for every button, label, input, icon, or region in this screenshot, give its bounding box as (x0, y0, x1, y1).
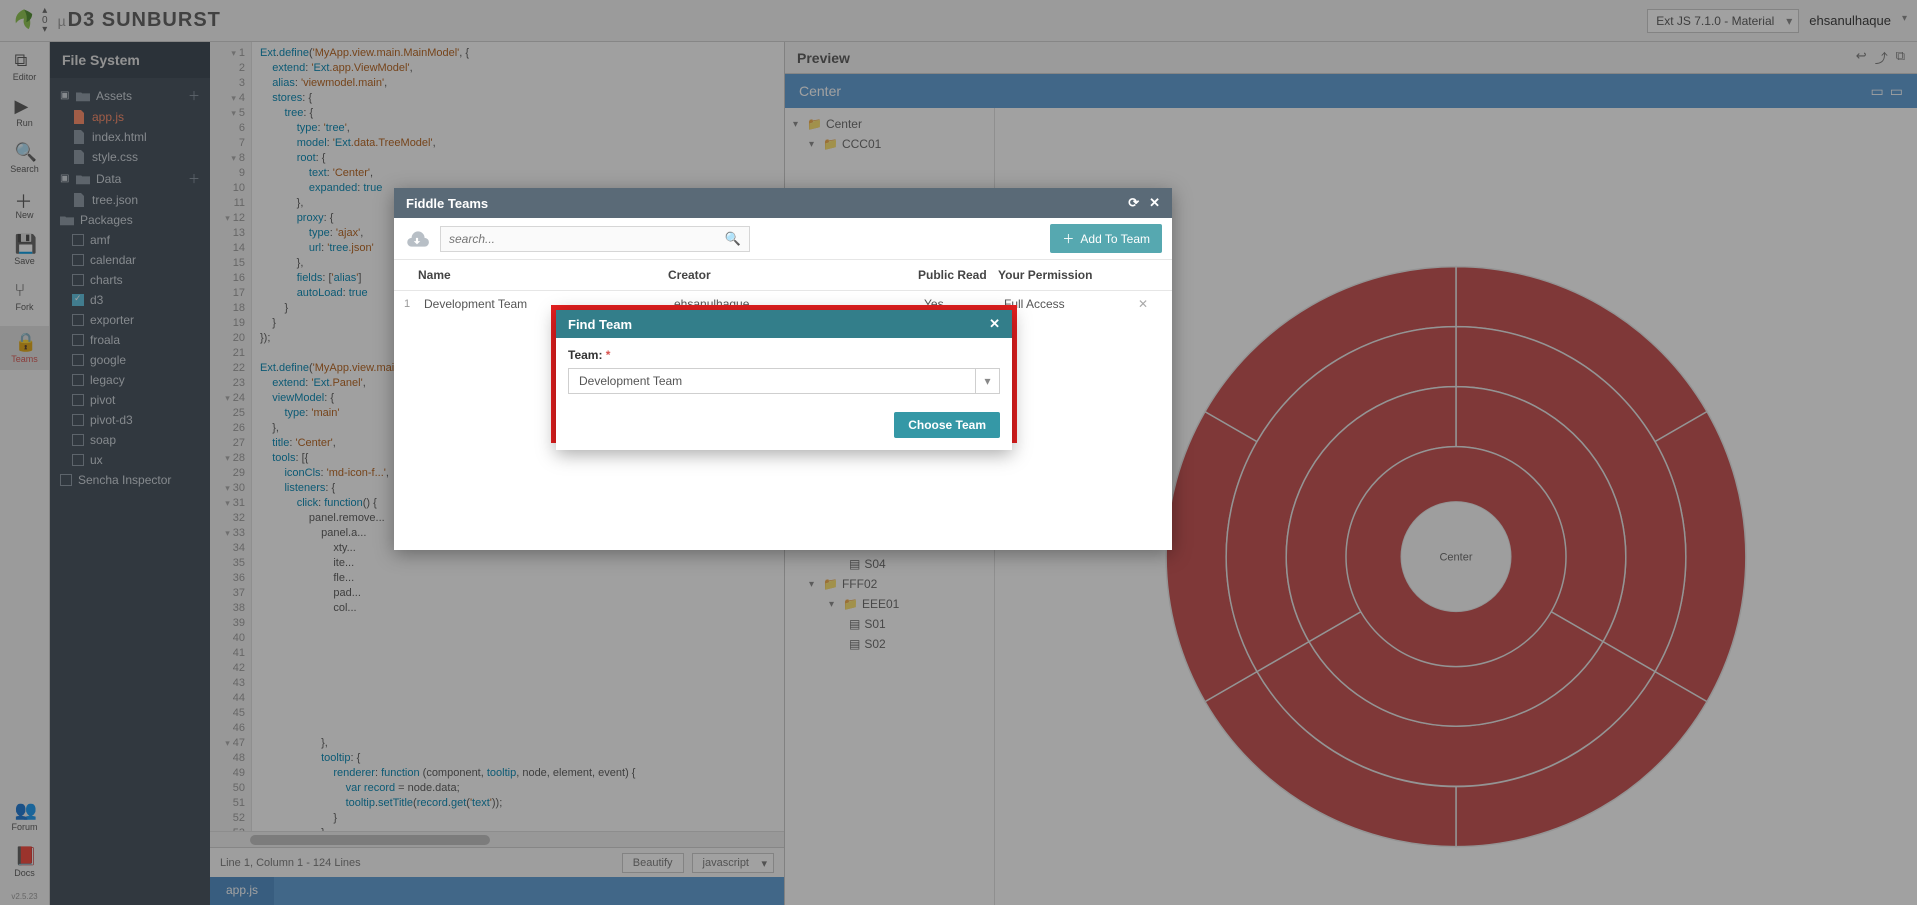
teams-search[interactable]: 🔍 (440, 226, 750, 252)
cloud-download-icon[interactable] (404, 229, 430, 249)
team-field-label: Team: * (568, 348, 1000, 362)
close-icon[interactable]: ✕ (989, 316, 1000, 332)
find-team-header[interactable]: Find Team ✕ (556, 310, 1012, 338)
find-team-modal: Find Team ✕ Team: * Development Team ▾ C… (556, 310, 1012, 450)
search-icon[interactable]: 🔍 (725, 231, 741, 247)
delete-row-icon[interactable]: ✕ (1118, 297, 1148, 311)
close-icon[interactable]: ✕ (1149, 195, 1160, 211)
teams-grid-header: Name Creator Public Read Your Permission (394, 260, 1172, 291)
plus-icon: ＋ (1062, 230, 1074, 247)
teams-modal-header[interactable]: Fiddle Teams ⟳ ✕ (394, 188, 1172, 218)
refresh-icon[interactable]: ⟳ (1128, 195, 1139, 211)
add-to-team-button[interactable]: ＋Add To Team (1050, 224, 1162, 253)
choose-team-button[interactable]: Choose Team (894, 412, 1000, 438)
team-combobox[interactable]: Development Team ▾ (568, 368, 1000, 394)
chevron-down-icon[interactable]: ▾ (975, 369, 999, 393)
search-input[interactable] (449, 232, 725, 246)
